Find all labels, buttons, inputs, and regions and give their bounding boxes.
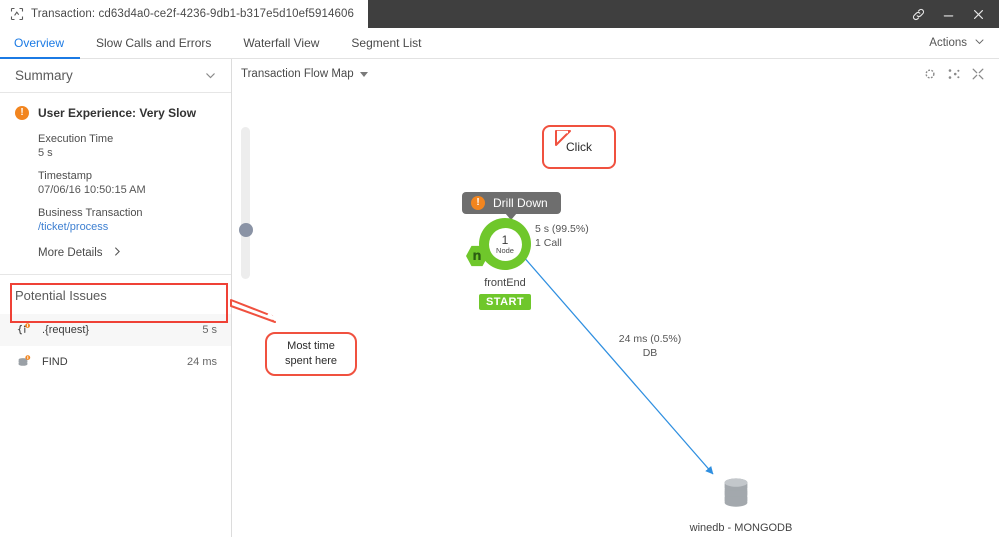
warning-icon: ! <box>15 106 29 120</box>
callout-most-time-spent: Most time spent here <box>265 332 357 376</box>
tab-overview[interactable]: Overview <box>0 28 81 59</box>
database-stack-icon <box>16 354 32 370</box>
node-unit: Node <box>496 245 514 255</box>
node-stats-calls: 1 Call <box>535 237 562 250</box>
node-inner: 1 Node <box>488 227 522 261</box>
sidebar: Summary ! User Experience: Very Slow Exe… <box>0 59 232 537</box>
chevron-down-icon <box>974 36 985 50</box>
flow-map-title-dropdown[interactable]: Transaction Flow Map <box>241 68 368 80</box>
expand-icon[interactable] <box>971 67 985 81</box>
field-business-transaction: Business Transaction /ticket/process <box>38 207 217 233</box>
node-count: 1 <box>501 232 509 247</box>
flow-map-title-label: Transaction Flow Map <box>241 68 354 80</box>
field-business-transaction-link[interactable]: /ticket/process <box>38 221 217 233</box>
flow-map-canvas[interactable]: ! Drill Down 1 Node n frontEnd START 5 s… <box>233 89 999 537</box>
tab-waterfall-view[interactable]: Waterfall View <box>227 28 335 58</box>
flow-map-node-frontend[interactable]: 1 Node n frontEnd START <box>466 218 531 310</box>
user-experience-label: User Experience: Very Slow <box>38 106 197 120</box>
summary-title: Summary <box>15 68 73 83</box>
drill-down-label: Drill Down <box>493 196 548 210</box>
user-experience-row: ! User Experience: Very Slow <box>15 106 217 120</box>
actions-menu-label: Actions <box>929 37 967 49</box>
issue-row-request-name: .{request} <box>42 324 90 336</box>
summary-header: Summary <box>0 59 231 93</box>
drill-down-button[interactable]: ! Drill Down <box>462 192 561 220</box>
flow-map-tools <box>923 67 985 81</box>
database-icon <box>717 478 755 517</box>
window-controls <box>910 6 999 22</box>
zoom-slider-handle[interactable] <box>238 223 253 237</box>
more-details-button[interactable]: More Details <box>38 246 123 260</box>
zoom-slider-track[interactable] <box>238 127 253 279</box>
close-icon[interactable] <box>970 6 986 22</box>
gear-icon[interactable] <box>923 67 937 81</box>
field-execution-time-label: Execution Time <box>38 133 114 145</box>
nodejs-tier-glyph: n <box>472 248 482 264</box>
more-details-label: More Details <box>38 247 103 259</box>
chevron-right-icon <box>112 246 123 260</box>
database-label: winedb - MONGODB <box>689 522 793 534</box>
field-timestamp-value: 07/06/16 10:50:15 AM <box>38 184 146 196</box>
field-timestamp-label: Timestamp <box>38 170 92 182</box>
flow-map-edges <box>521 254 714 475</box>
tab-slow-calls-and-errors[interactable]: Slow Calls and Errors <box>80 28 227 58</box>
link-icon[interactable] <box>910 6 926 22</box>
issue-row-request-time: 5 s <box>202 324 217 336</box>
window-title: Transaction: cd63d4a0-ce2f-4236-9db1-b31… <box>31 8 355 20</box>
node-stats-time: 5 s (99.5%) <box>535 223 589 235</box>
callout-click: Click <box>542 125 616 169</box>
title-bar: Transaction: cd63d4a0-ce2f-4236-9db1-b31… <box>0 0 999 28</box>
title-bar-tab[interactable]: Transaction: cd63d4a0-ce2f-4236-9db1-b31… <box>0 0 369 28</box>
issue-row-find[interactable]: FIND 24 ms <box>0 346 231 378</box>
potential-issues-title: Potential Issues <box>15 288 107 303</box>
callout-most-time-line1: Most time <box>287 340 335 353</box>
application-window: Transaction: cd63d4a0-ce2f-4236-9db1-b31… <box>0 0 999 537</box>
summary-body: ! User Experience: Very Slow Execution T… <box>0 93 231 275</box>
transaction-icon <box>10 7 24 21</box>
start-badge: START <box>479 294 531 310</box>
edge-label-db: 24 ms (0.5%) DB <box>598 332 702 360</box>
callout-click-label: Click <box>566 140 592 154</box>
field-execution-time: Execution Time 5 s <box>38 133 217 159</box>
tab-bar-spacer <box>437 28 929 58</box>
flow-map-header: Transaction Flow Map <box>233 59 999 89</box>
edge-label-type: DB <box>642 347 658 360</box>
actions-menu-button[interactable]: Actions <box>929 28 999 58</box>
issue-row-find-name: FIND <box>42 356 68 368</box>
tab-waterfall-view-label: Waterfall View <box>243 36 320 50</box>
tab-bar: Overview Slow Calls and Errors Waterfall… <box>0 28 999 59</box>
main-panel: Transaction Flow Map ! Drill Down 1 Node… <box>233 59 999 537</box>
warning-icon: ! <box>471 196 485 210</box>
edge-label-time: 24 ms (0.5%) <box>618 333 682 345</box>
field-business-transaction-label: Business Transaction <box>38 207 143 219</box>
layout-nodes-icon[interactable] <box>947 67 961 81</box>
tab-segment-list-label: Segment List <box>351 36 422 50</box>
field-timestamp: Timestamp 07/06/16 10:50:15 AM <box>38 170 217 196</box>
minimize-icon[interactable] <box>940 6 956 22</box>
callout-most-time-line2: spent here <box>285 355 337 367</box>
flow-map-node-database[interactable]: winedb - MONGODB <box>690 474 792 534</box>
chevron-down-icon[interactable] <box>204 69 217 82</box>
tab-slow-calls-and-errors-label: Slow Calls and Errors <box>96 36 212 50</box>
field-execution-time-value: 5 s <box>38 147 53 159</box>
node-stats: 5 s (99.5%) 1 Call <box>535 222 589 250</box>
tab-overview-label: Overview <box>14 36 65 50</box>
tab-segment-list[interactable]: Segment List <box>335 28 437 58</box>
node-label: frontEnd <box>484 277 526 289</box>
node-ring[interactable]: 1 Node <box>479 218 531 270</box>
code-braces-icon <box>16 322 32 338</box>
issue-row-request[interactable]: .{request} 5 s <box>0 314 231 346</box>
caret-down-icon <box>359 71 368 77</box>
issue-row-find-time: 24 ms <box>187 356 217 368</box>
